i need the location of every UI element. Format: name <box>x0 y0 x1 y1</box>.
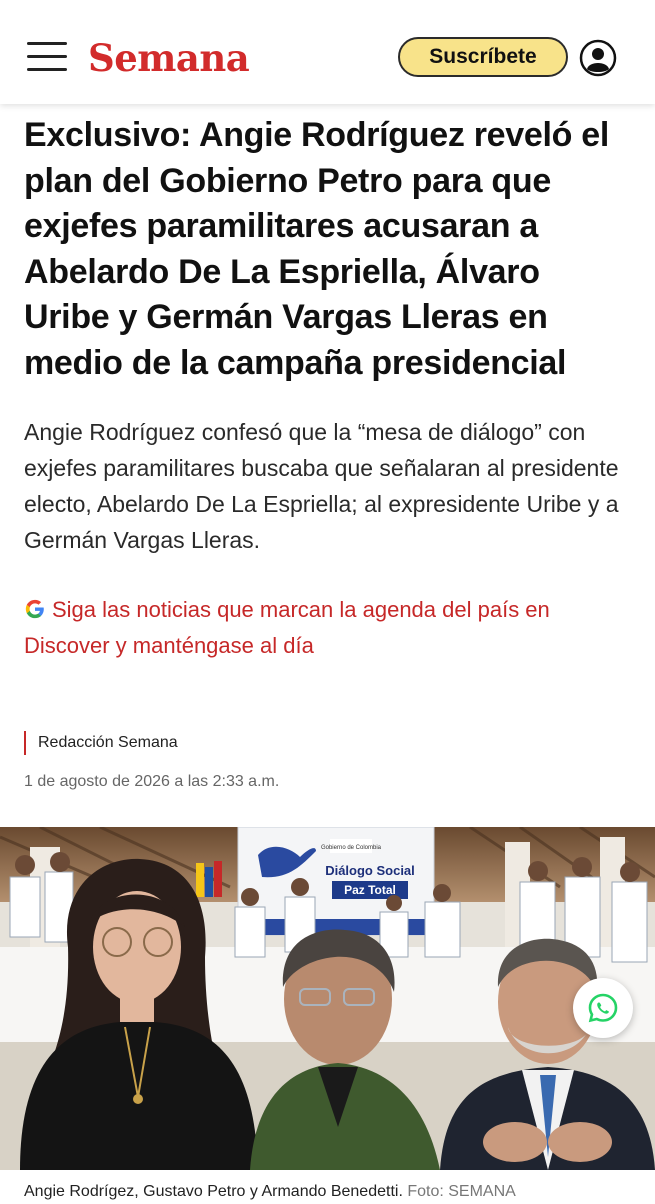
banner-logo-text: Gobierno de Colombia <box>321 845 382 851</box>
discover-link-text: Siga las noticias que marcan la agenda d… <box>24 597 550 658</box>
discover-link[interactable]: Siga las noticias que marcan la agenda d… <box>24 592 634 664</box>
article-author[interactable]: Redacción Semana <box>24 731 178 755</box>
semana-logo[interactable]: Semana <box>88 36 250 80</box>
banner-title: Diálogo Social <box>325 863 415 878</box>
hamburger-menu-icon[interactable] <box>27 42 69 72</box>
photo-credit: Foto: SEMANA <box>407 1183 516 1200</box>
whatsapp-share-button[interactable] <box>573 978 633 1038</box>
caption-text: Angie Rodrígez, Gustavo Petro y Armando … <box>24 1183 403 1200</box>
banner-subtitle: Paz Total <box>344 883 396 897</box>
whatsapp-icon <box>588 993 618 1023</box>
article-summary: Angie Rodríguez confesó que la “mesa de … <box>24 419 619 553</box>
subscribe-button[interactable]: Suscríbete <box>398 37 568 77</box>
article-photo[interactable]: Gobierno de Colombia Diálogo Social Paz … <box>0 827 655 1170</box>
photo-caption: Angie Rodrígez, Gustavo Petro y Armando … <box>24 1180 516 1204</box>
site-header: Semana Suscríbete <box>0 0 655 104</box>
article-date: 1 de agosto de 2026 a las 2:33 a.m. <box>24 773 280 790</box>
google-icon <box>25 599 44 619</box>
user-account-icon[interactable] <box>579 39 617 77</box>
article-headline: Exclusivo: Angie Rodríguez reveló el pla… <box>24 116 609 382</box>
